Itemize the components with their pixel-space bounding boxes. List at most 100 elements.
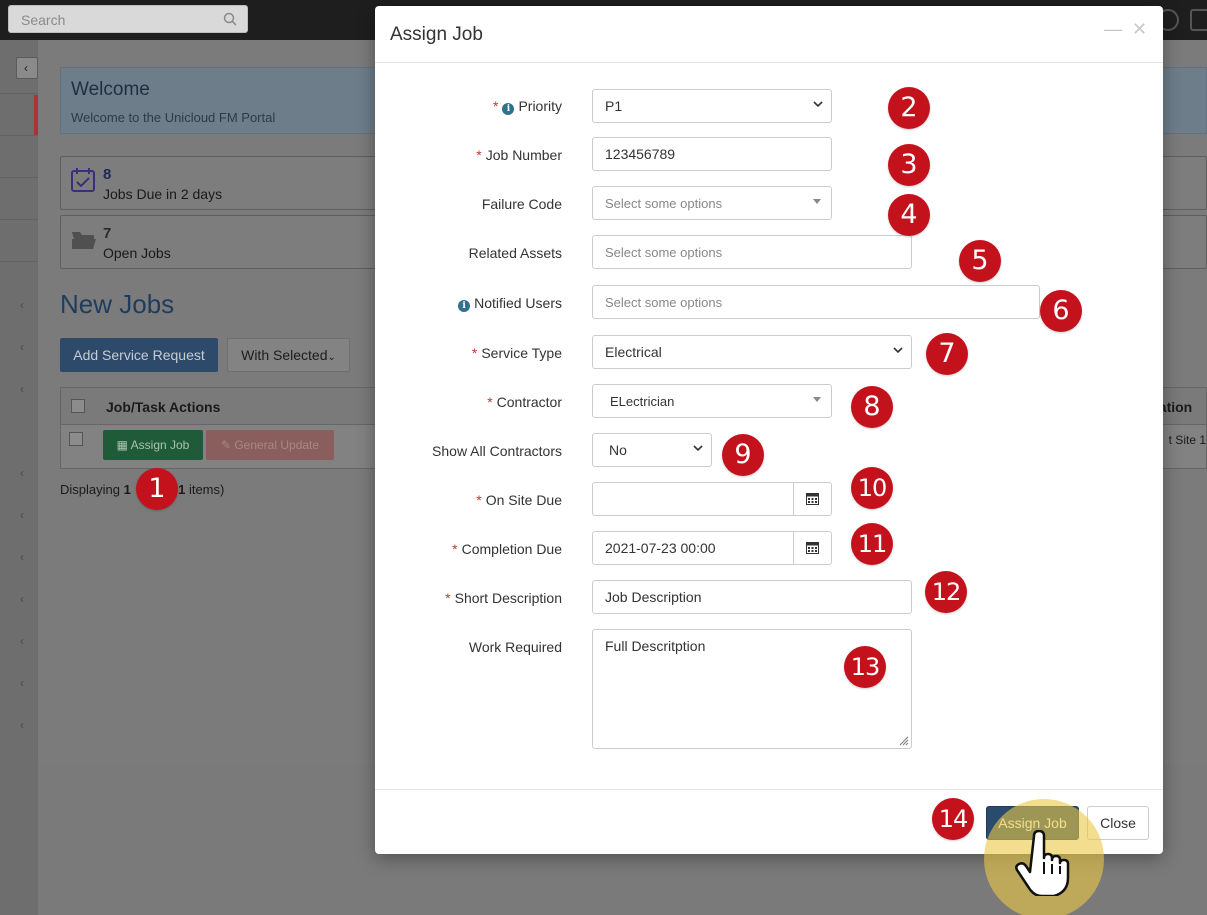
step-badge: 1 — [136, 468, 178, 510]
assign-job-modal: Assign Job — ✕ * i Priority P1 * Job Number… — [375, 6, 1163, 854]
search-icon — [223, 12, 237, 26]
row-general-update-button[interactable]: ✎ General Update — [206, 430, 334, 460]
step-badge: 10 — [851, 467, 893, 509]
select-all-checkbox[interactable] — [71, 399, 85, 413]
priority-label: * i Priority — [492, 98, 562, 115]
service-type-select[interactable]: Electrical — [592, 335, 912, 369]
short-description-label: * Short Description — [445, 590, 562, 606]
calendar-check-icon — [71, 168, 95, 192]
on-site-due-input[interactable] — [592, 482, 832, 516]
related-assets-select[interactable]: Select some options — [592, 235, 912, 269]
show-all-contractors-select[interactable]: No — [592, 433, 712, 467]
add-service-request-button[interactable]: Add Service Request — [60, 338, 218, 372]
with-selected-dropdown[interactable]: With Selected⌄ — [227, 338, 350, 372]
modal-header: Assign Job — ✕ — [375, 6, 1163, 63]
modal-title: Assign Job — [390, 24, 483, 45]
step-badge: 14 — [932, 798, 974, 840]
sidebar-collapse-button[interactable]: ‹ — [16, 57, 38, 79]
close-icon[interactable]: ✕ — [1132, 19, 1147, 40]
resize-grip-icon[interactable] — [899, 736, 909, 746]
nav-chevron-icon[interactable]: ‹ — [20, 382, 24, 396]
failure-code-label: Failure Code — [481, 196, 562, 212]
displaying-suffix: items) — [188, 482, 225, 497]
hand-pointer-icon — [1015, 830, 1070, 896]
priority-select[interactable]: P1 — [592, 89, 832, 123]
step-badge: 8 — [851, 386, 893, 428]
user-menu-icon[interactable] — [1190, 9, 1207, 31]
show-all-contractors-label: Show All Contractors — [432, 443, 562, 459]
chevron-down-icon — [693, 445, 703, 452]
service-type-label: * Service Type — [471, 345, 562, 361]
row-assign-job-button[interactable]: ▦ Assign Job — [103, 430, 203, 460]
chevron-left-icon: ‹ — [24, 61, 28, 75]
row-general-update-label: General Update — [234, 438, 320, 452]
new-jobs-heading: New Jobs — [60, 289, 175, 319]
nav-chevron-icon[interactable]: ‹ — [20, 550, 24, 564]
row-location: t Site 1 — [1168, 433, 1206, 447]
work-required-value: Full Descritption — [605, 638, 706, 654]
step-badge: 3 — [888, 144, 930, 186]
search-box[interactable]: Search — [8, 5, 248, 33]
nav-chevron-icon[interactable]: ‹ — [20, 340, 24, 354]
completion-due-calendar-button[interactable] — [793, 532, 831, 564]
nav-chevron-icon[interactable]: ‹ — [20, 634, 24, 648]
displaying-from: 1 — [123, 482, 131, 497]
edit-icon: ✎ — [220, 438, 235, 452]
displaying-to: 1 — [178, 482, 186, 497]
nav-chevron-icon[interactable]: ‹ — [20, 508, 24, 522]
failure-code-placeholder: Select some options — [605, 196, 723, 211]
stat-value: 8 — [103, 166, 112, 183]
contractor-label: * Contractor — [487, 394, 562, 410]
on-site-due-calendar-button[interactable] — [793, 483, 831, 515]
step-badge: 6 — [1040, 290, 1082, 332]
step-badge: 12 — [925, 571, 967, 613]
step-badge: 5 — [959, 240, 1001, 282]
id-card-icon: ▦ — [116, 438, 131, 452]
show-all-value: No — [609, 442, 627, 458]
nav-chevron-icon[interactable]: ‹ — [20, 298, 24, 312]
completion-due-label: * Completion Due — [452, 541, 562, 557]
service-type-value: Electrical — [605, 344, 662, 360]
short-description-input[interactable]: Job Description — [592, 580, 912, 614]
notified-users-placeholder: Select some options — [605, 295, 723, 310]
completion-due-input[interactable]: 2021-07-23 00:00 — [592, 531, 832, 565]
contractor-select[interactable]: ELectrician — [592, 384, 832, 418]
contractor-value: ELectrician — [610, 394, 675, 409]
job-number-label: * Job Number — [476, 147, 562, 163]
related-assets-label: Related Assets — [468, 245, 562, 261]
caret-down-icon — [813, 199, 821, 204]
job-number-input[interactable]: 123456789 — [592, 137, 832, 171]
displaying-prefix: Displaying — [60, 482, 120, 497]
welcome-title: Welcome — [71, 79, 150, 100]
row-assign-label: Assign Job — [130, 438, 190, 452]
nav-chevron-icon[interactable]: ‹ — [20, 592, 24, 606]
step-badge: 11 — [851, 523, 893, 565]
step-badge: 4 — [888, 194, 930, 236]
welcome-subtitle: Welcome to the Unicloud FM Portal — [71, 110, 276, 125]
stat-value: 7 — [103, 225, 112, 242]
chevron-down-icon — [813, 101, 823, 108]
related-assets-placeholder: Select some options — [605, 245, 723, 260]
notified-users-label: i Notified Users — [458, 295, 562, 312]
column-header: Job/Task Actions — [106, 399, 221, 415]
failure-code-select[interactable]: Select some options — [592, 186, 832, 220]
calendar-icon — [806, 542, 819, 554]
minimize-icon[interactable]: — — [1104, 19, 1122, 40]
on-site-due-label: * On Site Due — [476, 492, 562, 508]
nav-chevron-icon[interactable]: ‹ — [20, 676, 24, 690]
nav-chevron-icon[interactable]: ‹ — [20, 466, 24, 480]
search-placeholder: Search — [21, 12, 66, 28]
stat-label: Jobs Due in 2 days — [103, 186, 223, 202]
row-checkbox[interactable] — [69, 432, 83, 446]
nav-chevron-icon[interactable]: ‹ — [20, 718, 24, 732]
completion-due-value: 2021-07-23 00:00 — [605, 540, 716, 556]
short-description-value: Job Description — [605, 589, 702, 605]
job-number-value: 123456789 — [605, 146, 676, 162]
step-badge: 2 — [888, 87, 930, 129]
info-icon: i — [502, 103, 515, 115]
caret-down-icon — [813, 397, 821, 402]
notified-users-select[interactable]: Select some options — [592, 285, 1040, 319]
work-required-label: Work Required — [468, 639, 562, 655]
left-navigation: ‹ ‹ ‹ ‹ ‹ ‹ ‹ ‹ ‹ ‹ — [0, 40, 38, 915]
chevron-down-icon: ⌄ — [327, 352, 336, 363]
